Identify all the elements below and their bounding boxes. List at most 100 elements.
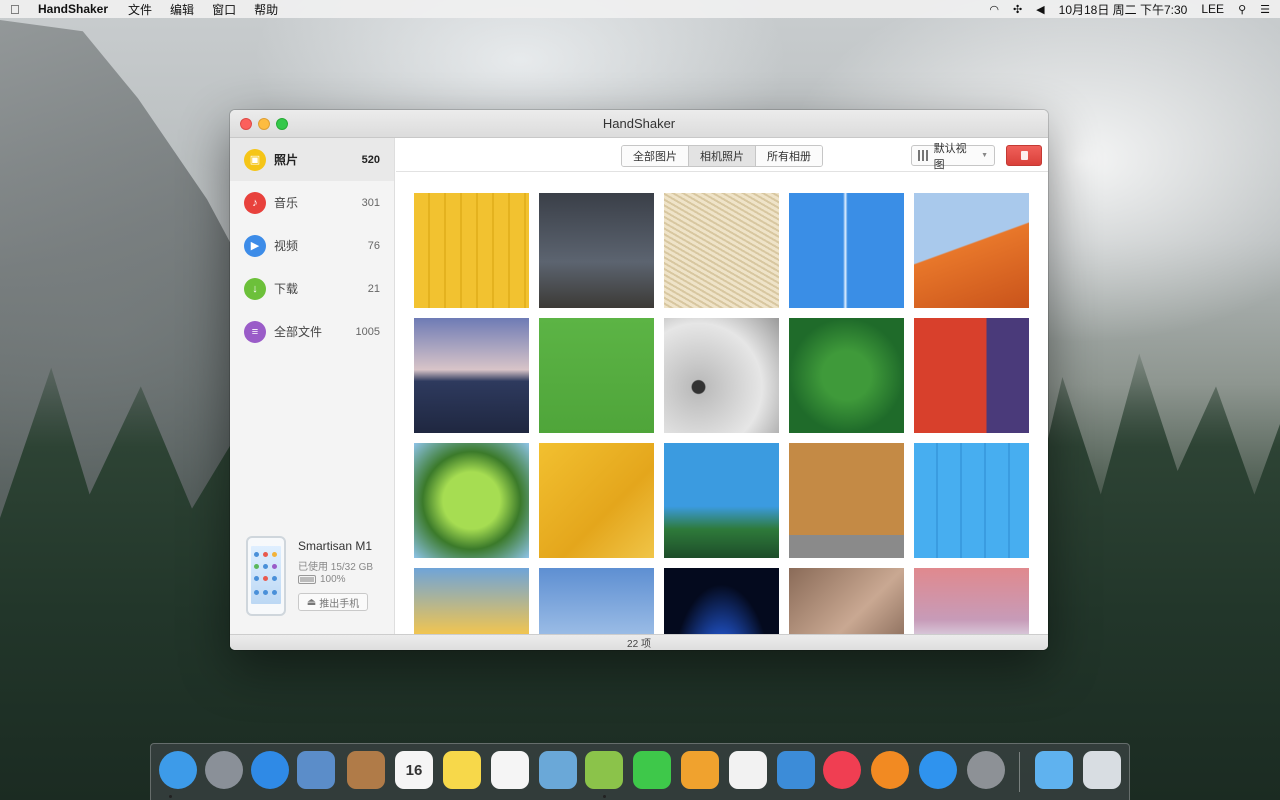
notification-center-icon[interactable]: ☰ (1260, 3, 1270, 16)
battery-status: 100% (298, 574, 346, 585)
tab-all-images[interactable]: 全部图片 (622, 146, 689, 166)
app-store-icon[interactable] (919, 751, 957, 789)
device-panel: Smartisan M1 已使用 15/32 GB 100% ⏏ 推出手机 (246, 536, 386, 618)
close-window-button[interactable] (240, 118, 252, 130)
zoom-window-button[interactable] (276, 118, 288, 130)
trash-icon (1020, 151, 1028, 160)
sidebar-item-downloads[interactable]: ↓ 下载 21 (230, 267, 394, 310)
contacts-icon[interactable] (347, 751, 385, 789)
photo-thumbnail-sail-sunset[interactable] (414, 568, 529, 634)
photo-thumbnail-wind-turbine[interactable] (539, 193, 654, 308)
sidebar-item-count: 76 (367, 239, 380, 252)
pages-icon[interactable] (681, 751, 719, 789)
grid-icon (918, 150, 929, 161)
apple-icon[interactable]:  (10, 2, 24, 17)
window-controls (240, 118, 288, 130)
status-menus: ◠ ✣ ◀ 10月18日 周二 下午7:30 LEE ⚲ ☰ (989, 1, 1270, 18)
device-storage: 已使用 15/32 GB (298, 562, 374, 573)
photo-thumbnail-fabric[interactable] (789, 568, 904, 634)
sidebar: ▣ 照片 520 ♪ 音乐 301 ▶ 视频 76 ↓ 下载 21 ≡ 全部文件… (230, 138, 395, 634)
photo-thumbnail-blue-boards[interactable] (914, 443, 1029, 558)
dock: 16 (150, 743, 1130, 800)
photo-thumbnail-red-purple-wall[interactable] (914, 318, 1029, 433)
menu-file[interactable]: 文件 (128, 1, 152, 18)
photo-thumbnail-yellow-wood[interactable] (414, 193, 529, 308)
numbers-icon[interactable] (729, 751, 767, 789)
sidebar-item-all-files[interactable]: ≡ 全部文件 1005 (230, 310, 394, 353)
window-title: HandShaker (602, 116, 676, 131)
menu-window[interactable]: 窗口 (212, 1, 236, 18)
minimize-window-button[interactable] (258, 118, 270, 130)
photo-thumbnail-forest-top[interactable] (789, 318, 904, 433)
view-mode-select[interactable]: 默认视图 ▼ (911, 143, 995, 171)
launchpad-icon[interactable] (205, 751, 243, 789)
battery-icon (298, 575, 316, 584)
sidebar-item-count: 21 (367, 282, 380, 295)
preview-icon[interactable] (539, 751, 577, 789)
notes-icon[interactable] (443, 751, 481, 789)
toolbar: 全部图片 相机照片 所有相册 默认视图 ▼ (396, 138, 1048, 172)
photo-thumbnail-golden-gate[interactable] (539, 568, 654, 634)
tab-camera-photos[interactable]: 相机照片 (689, 146, 756, 166)
android-icon[interactable] (585, 751, 623, 789)
status-bar: 22 项 (230, 634, 1048, 650)
photo-thumbnail-straw[interactable] (664, 193, 779, 308)
menu-help[interactable]: 帮助 (254, 1, 278, 18)
mail-icon[interactable] (297, 751, 335, 789)
finder-icon[interactable] (159, 751, 197, 789)
reminders-icon[interactable] (491, 751, 529, 789)
volume-icon[interactable]: ◀ (1036, 3, 1044, 16)
battery-percentage: 100% (320, 574, 346, 585)
menu-clock[interactable]: 10月18日 周二 下午7:30 (1059, 1, 1188, 18)
safari-icon[interactable] (251, 751, 289, 789)
sidebar-item-photos[interactable]: ▣ 照片 520 (230, 138, 394, 181)
facetime-icon[interactable] (633, 751, 671, 789)
handshaker-status-icon[interactable]: ✣ (1013, 3, 1022, 16)
photo-grid (396, 173, 1048, 634)
tab-all-albums[interactable]: 所有相册 (756, 146, 822, 166)
view-mode-label: 默认视图 (933, 142, 967, 171)
keynote-icon[interactable] (777, 751, 815, 789)
trash-icon[interactable] (1083, 751, 1121, 789)
title-bar[interactable]: HandShaker (230, 110, 1048, 138)
photo-thumbnail-sunset-sea[interactable] (414, 318, 529, 433)
main-content: 全部图片 相机照片 所有相册 默认视图 ▼ (396, 138, 1048, 634)
running-indicator (169, 795, 172, 798)
spotlight-search-icon[interactable]: ⚲ (1238, 3, 1246, 16)
photo-thumbnail-gold-foil[interactable] (539, 443, 654, 558)
itunes-icon[interactable] (823, 751, 861, 789)
menu-app-name[interactable]: HandShaker (38, 2, 108, 16)
item-count: 22 项 (627, 639, 651, 650)
photo-thumbnail-blue-sky-trail[interactable] (789, 193, 904, 308)
handshaker-window: HandShaker ▣ 照片 520 ♪ 音乐 301 ▶ 视频 76 ↓ 下… (230, 110, 1048, 650)
photo-thumbnail-earth-glow[interactable] (664, 568, 779, 634)
sidebar-item-count: 1005 (355, 325, 380, 338)
photo-thumbnail-balloons[interactable] (664, 443, 779, 558)
eject-phone-button[interactable]: ⏏ 推出手机 (298, 593, 368, 611)
wifi-icon[interactable]: ◠ (989, 3, 999, 16)
sidebar-item-video[interactable]: ▶ 视频 76 (230, 224, 394, 267)
chevron-down-icon: ▼ (981, 152, 988, 159)
photo-thumbnail-elephant[interactable] (664, 318, 779, 433)
photo-filter-tabs: 全部图片 相机照片 所有相册 (621, 145, 823, 167)
photo-icon: ▣ (244, 148, 266, 171)
play-icon: ▶ (244, 234, 266, 257)
photo-thumbnail-start-mat[interactable] (789, 443, 904, 558)
calendar-icon[interactable]: 16 (395, 751, 433, 789)
sidebar-item-label: 全部文件 (274, 325, 323, 339)
calendar-date: 16 (405, 761, 423, 779)
photo-thumbnail-green-paper[interactable] (539, 318, 654, 433)
downloads-folder-icon[interactable] (1035, 751, 1073, 789)
running-indicator (603, 795, 606, 798)
photo-thumbnail-snowy-trees[interactable] (914, 568, 1029, 634)
photo-thumbnail-leaf[interactable] (414, 443, 529, 558)
sidebar-item-label: 下载 (274, 282, 299, 296)
menu-user[interactable]: LEE (1201, 2, 1224, 16)
system-preferences-icon[interactable] (967, 751, 1005, 789)
ibooks-icon[interactable] (871, 751, 909, 789)
eject-label: 推出手机 (319, 598, 360, 610)
photo-thumbnail-orange-dune[interactable] (914, 193, 1029, 308)
sidebar-item-music[interactable]: ♪ 音乐 301 (230, 181, 394, 224)
menu-edit[interactable]: 编辑 (170, 1, 194, 18)
delete-button[interactable] (1006, 145, 1042, 166)
